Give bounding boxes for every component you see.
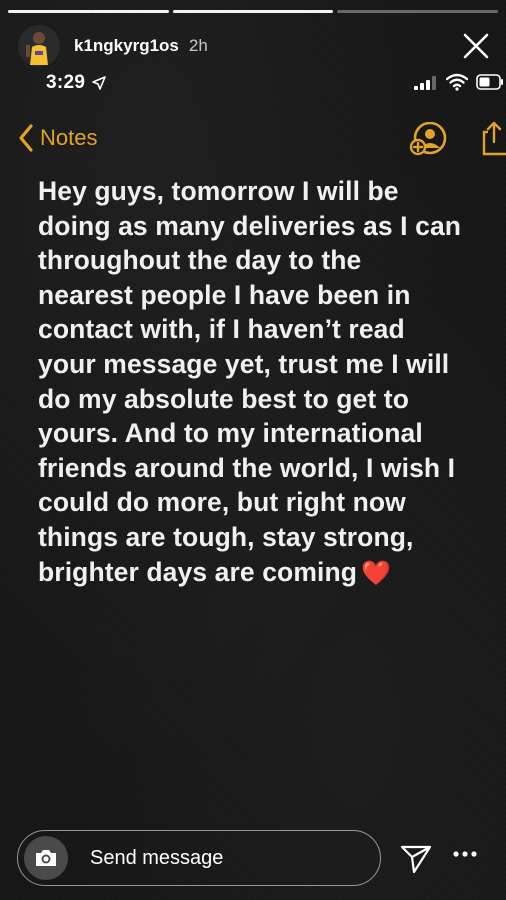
story-time-ago: 2h	[188, 36, 208, 55]
progress-segment	[172, 10, 334, 13]
close-icon	[463, 33, 489, 59]
signal-icon	[414, 76, 436, 90]
wifi-icon	[446, 73, 468, 91]
send-message-input[interactable]	[88, 845, 352, 871]
notes-navigation-bar: Notes	[0, 120, 506, 160]
more-options-icon[interactable]	[452, 850, 478, 858]
story-header: k1ngkyrg1os 2h	[18, 24, 492, 68]
message-composer	[0, 820, 506, 900]
camera-icon	[36, 850, 56, 866]
camera-button[interactable]	[24, 836, 68, 880]
share-icon[interactable]	[480, 120, 506, 156]
heart-emoji: ❤️	[361, 559, 391, 587]
progress-segment-current	[337, 10, 499, 13]
note-content: Hey guys, tomorrow I will be doing as ma…	[38, 174, 500, 591]
story-username[interactable]: k1ngkyrg1os	[74, 36, 179, 56]
notes-back-button[interactable]: Notes	[18, 124, 97, 152]
reply-box	[17, 830, 381, 886]
status-clock: 3:29	[46, 72, 86, 93]
phone-status-bar: 3:29	[0, 70, 506, 100]
avatar[interactable]	[18, 25, 60, 67]
add-person-icon[interactable]	[408, 122, 448, 156]
location-arrow-icon	[92, 76, 106, 90]
send-icon[interactable]	[400, 844, 432, 874]
note-text: Hey guys, tomorrow I will be doing as ma…	[38, 176, 462, 587]
battery-icon	[476, 74, 503, 90]
chevron-left-icon	[19, 124, 33, 152]
close-button[interactable]	[460, 30, 492, 62]
story-progress-bar	[8, 10, 499, 13]
progress-segment	[8, 10, 169, 13]
notes-back-label: Notes	[40, 125, 98, 150]
